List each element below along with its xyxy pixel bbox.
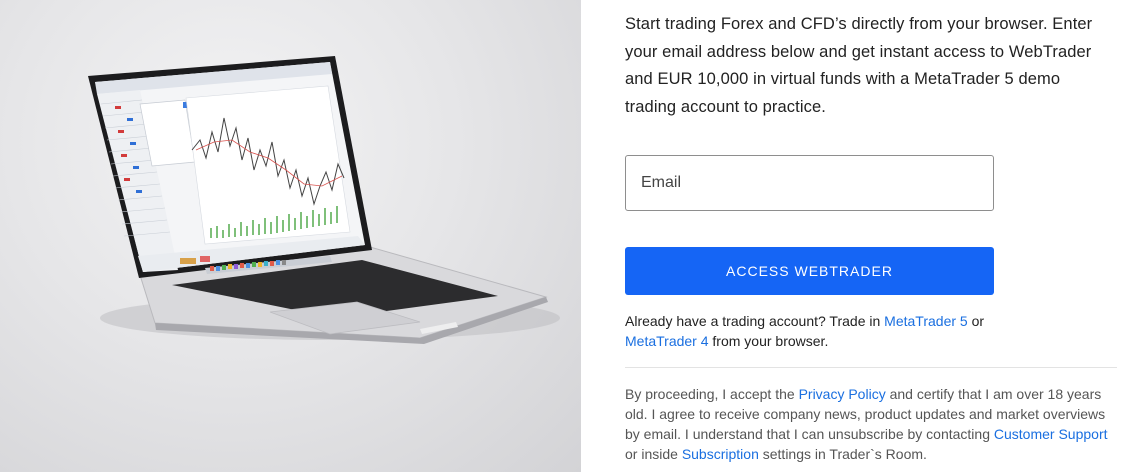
legal-part3: or inside xyxy=(625,446,682,462)
legal-consent-text: By proceeding, I accept the Privacy Poli… xyxy=(625,384,1120,464)
metatrader5-link[interactable]: MetaTrader 5 xyxy=(884,313,968,329)
existing-account-suffix: from your browser. xyxy=(708,333,829,349)
email-input[interactable] xyxy=(625,155,994,211)
legal-part1: By proceeding, I accept the xyxy=(625,386,799,402)
hero-image-panel xyxy=(0,0,581,472)
customer-support-link[interactable]: Customer Support xyxy=(994,426,1108,442)
intro-text: Start trading Forex and CFD’s directly f… xyxy=(625,15,1093,116)
metatrader4-link[interactable]: MetaTrader 4 xyxy=(625,333,709,349)
access-webtrader-button[interactable]: ACCESS WEBTRADER xyxy=(625,247,994,295)
privacy-policy-link[interactable]: Privacy Policy xyxy=(799,386,886,402)
subscription-link[interactable]: Subscription xyxy=(682,446,759,462)
laptop-illustration xyxy=(88,56,560,344)
divider xyxy=(625,367,1117,368)
legal-part4: settings in Trader`s Room. xyxy=(758,446,927,462)
existing-account-middle: or xyxy=(967,313,985,329)
existing-account-text: Already have a trading account? Trade in… xyxy=(625,311,1025,351)
existing-account-prefix: Already have a trading account? Trade in xyxy=(625,313,885,329)
